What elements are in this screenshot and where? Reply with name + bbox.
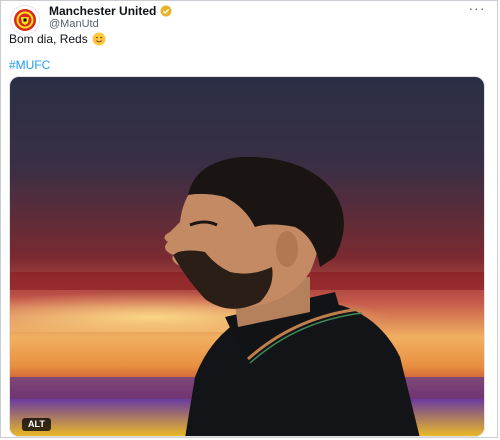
verified-badge-icon xyxy=(160,5,172,17)
account-name-row: Manchester United xyxy=(49,4,172,18)
tweet-card: Manchester United @ManUtd ··· Bom dia, R… xyxy=(0,0,498,438)
photo-scene xyxy=(10,77,484,436)
tweet-text-body: Bom dia, Reds xyxy=(9,32,88,46)
display-name[interactable]: Manchester United xyxy=(49,4,156,18)
more-horizontal-icon[interactable]: ··· xyxy=(467,1,487,17)
tweet-text: Bom dia, Reds xyxy=(9,32,106,46)
manutd-crest-icon xyxy=(14,9,36,31)
alt-text-badge[interactable]: ALT xyxy=(22,418,51,431)
smiling-face-emoji-icon xyxy=(92,32,106,46)
hashtag-link[interactable]: #MUFC xyxy=(9,58,50,72)
account-handle[interactable]: @ManUtd xyxy=(49,18,99,30)
tweet-photo[interactable]: ALT xyxy=(9,76,485,437)
avatar[interactable] xyxy=(10,5,40,35)
